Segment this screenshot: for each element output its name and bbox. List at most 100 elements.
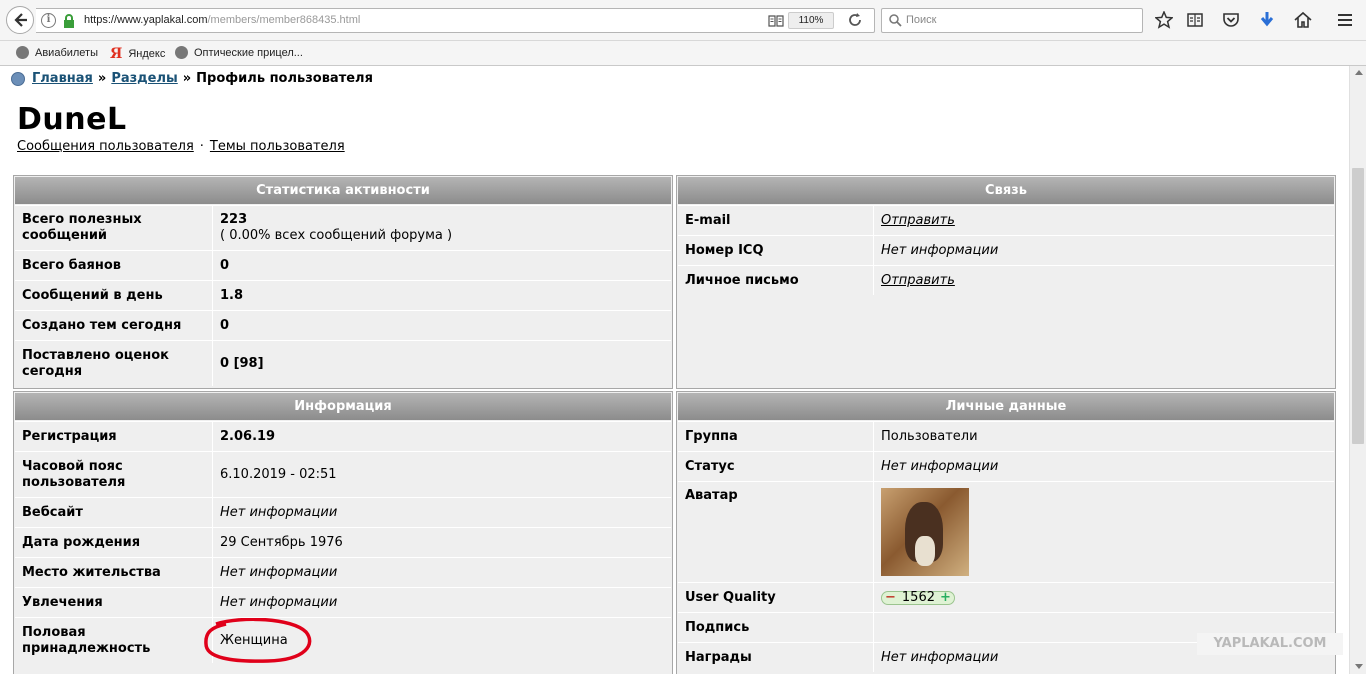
- bookmark-label: Авиабилеты: [35, 46, 99, 59]
- scroll-up-arrow-icon[interactable]: [1355, 70, 1363, 75]
- search-placeholder: Поиск: [906, 14, 937, 26]
- browser-toolbar: i https://www.yaplakal.com/members/membe…: [0, 0, 1366, 41]
- contact-panel: Связь E-mail Отправить Номер ICQ Нет инфор…: [676, 175, 1336, 389]
- row-label: Увлечения: [15, 588, 213, 617]
- scrollbar[interactable]: [1349, 66, 1366, 674]
- row-value: Нет информации: [881, 242, 999, 258]
- breadcrumb-separator: »: [97, 71, 107, 86]
- user-messages-link[interactable]: Сообщения пользователя: [17, 139, 194, 154]
- row-value: 223( 0.00% всех сообщений форума ): [213, 206, 459, 250]
- bookmarks-bar: Авиабилеты Я Яндекс Оптические прицел...: [0, 41, 1366, 66]
- scroll-thumb[interactable]: [1352, 168, 1364, 444]
- row-value: 0: [220, 317, 230, 333]
- link-separator: ·: [199, 139, 204, 154]
- star-icon[interactable]: [1155, 11, 1173, 29]
- table-row: Дата рождения 29 Сентябрь 1976: [15, 527, 671, 557]
- row-value: 0: [220, 257, 230, 273]
- panel-header: Личные данные: [678, 393, 1334, 420]
- row-value: Нет информации: [881, 458, 999, 474]
- table-row: Всего полезных сообщений 223( 0.00% всех…: [15, 205, 671, 250]
- reload-icon[interactable]: [848, 13, 862, 27]
- breadcrumb-home-link[interactable]: Главная: [32, 71, 93, 86]
- lock-icon: [64, 14, 74, 28]
- page-title: DuneL: [17, 102, 127, 137]
- row-label: Всего полезных сообщений: [15, 206, 213, 250]
- plus-vote-button[interactable]: +: [940, 590, 951, 605]
- info-panel: Информация Регистрация 2.06.19 Часовой по…: [13, 391, 673, 674]
- table-row: Личное письмо Отправить: [678, 265, 1334, 295]
- panel-header: Информация: [15, 393, 671, 420]
- row-value: 2.06.19: [220, 428, 276, 444]
- home-icon[interactable]: [1294, 11, 1312, 29]
- back-arrow-icon: [14, 13, 27, 27]
- globe-icon: [16, 46, 29, 59]
- panel-header: Связь: [678, 177, 1334, 204]
- row-value: 29 Сентябрь 1976: [220, 534, 343, 550]
- row-label: Всего баянов: [15, 251, 213, 280]
- watermark: YAPLAKAL.COM: [1197, 633, 1343, 655]
- table-row: Всего баянов 0: [15, 250, 671, 280]
- send-pm-link[interactable]: Отправить: [881, 273, 955, 289]
- row-value: −1562 +: [874, 583, 962, 612]
- bookmark-aviabilety[interactable]: Авиабилеты: [16, 46, 98, 59]
- panel-header: Статистика активности: [15, 177, 671, 204]
- row-label: User Quality: [678, 583, 874, 612]
- table-row: Группа Пользователи: [678, 421, 1334, 451]
- breadcrumb-sections-link[interactable]: Разделы: [111, 71, 177, 86]
- pocket-icon[interactable]: [1222, 11, 1240, 29]
- row-value: 1.8: [220, 287, 244, 303]
- bookmark-label: Оптические прицел...: [194, 46, 303, 59]
- row-label: Часовой пояс пользователя: [15, 452, 213, 497]
- row-value: Пользователи: [881, 428, 978, 444]
- page-content: Главная » Разделы » Профиль пользователя…: [0, 66, 1349, 674]
- row-value: 6.10.2019 - 02:51: [220, 466, 337, 482]
- table-row: Место жительства Нет информации: [15, 557, 671, 587]
- table-row: Номер ICQ Нет информации: [678, 235, 1334, 265]
- minus-vote-button[interactable]: −: [885, 590, 896, 605]
- personal-panel: Личные данные Группа Пользователи Статус Н…: [676, 391, 1336, 674]
- menu-icon[interactable]: [1336, 11, 1354, 29]
- table-row: Регистрация 2.06.19: [15, 421, 671, 451]
- reading-list-icon[interactable]: [1186, 11, 1204, 29]
- table-row: User Quality −1562 +: [678, 582, 1334, 612]
- activity-panel: Статистика активности Всего полезных соо…: [13, 175, 673, 389]
- row-value: Нет информации: [220, 594, 338, 610]
- row-label: Статус: [678, 452, 874, 481]
- reader-view-icon[interactable]: [768, 14, 784, 28]
- row-label: Группа: [678, 422, 874, 451]
- cat-chest: [915, 536, 935, 566]
- table-row: Увлечения Нет информации: [15, 587, 671, 617]
- row-label: Вебсайт: [15, 498, 213, 527]
- user-topics-link[interactable]: Темы пользователя: [210, 139, 345, 154]
- site-info-icon[interactable]: i: [41, 13, 56, 28]
- send-email-link[interactable]: Отправить: [881, 213, 955, 229]
- table-row: Статус Нет информации: [678, 451, 1334, 481]
- url-bar[interactable]: i https://www.yaplakal.com/members/membe…: [36, 8, 875, 33]
- bookmark-yandex[interactable]: Я Яндекс: [110, 46, 165, 62]
- row-label: Половая принадлежность: [15, 618, 213, 663]
- avatar: [881, 488, 969, 576]
- breadcrumb: Главная » Разделы » Профиль пользователя: [11, 71, 373, 86]
- useful-posts-share: ( 0.00% всех сообщений форума ): [220, 228, 453, 243]
- bookmark-opticheskie[interactable]: Оптические прицел...: [175, 46, 303, 59]
- user-quality-badge: −1562 +: [881, 590, 955, 605]
- search-icon: [889, 14, 902, 27]
- row-value: [874, 613, 888, 642]
- scroll-down-arrow-icon[interactable]: [1355, 664, 1363, 669]
- row-label: Подпись: [678, 613, 874, 642]
- row-value: Отправить: [874, 206, 962, 235]
- row-label: Поставлено оценок сегодня: [15, 341, 213, 386]
- row-label: Личное письмо: [678, 266, 874, 295]
- row-value: Нет информации: [220, 504, 338, 520]
- row-label: Регистрация: [15, 422, 213, 451]
- search-input[interactable]: Поиск: [881, 8, 1143, 33]
- breadcrumb-current: Профиль пользователя: [196, 71, 373, 86]
- bookmark-label: Яндекс: [128, 48, 166, 60]
- table-row: Вебсайт Нет информации: [15, 497, 671, 527]
- zoom-level[interactable]: 110%: [788, 12, 834, 29]
- back-button[interactable]: [6, 6, 34, 34]
- url-text: https://www.yaplakal.com/members/member8…: [84, 14, 360, 26]
- download-icon[interactable]: [1258, 11, 1276, 29]
- row-value: [874, 482, 976, 582]
- row-label: Создано тем сегодня: [15, 311, 213, 340]
